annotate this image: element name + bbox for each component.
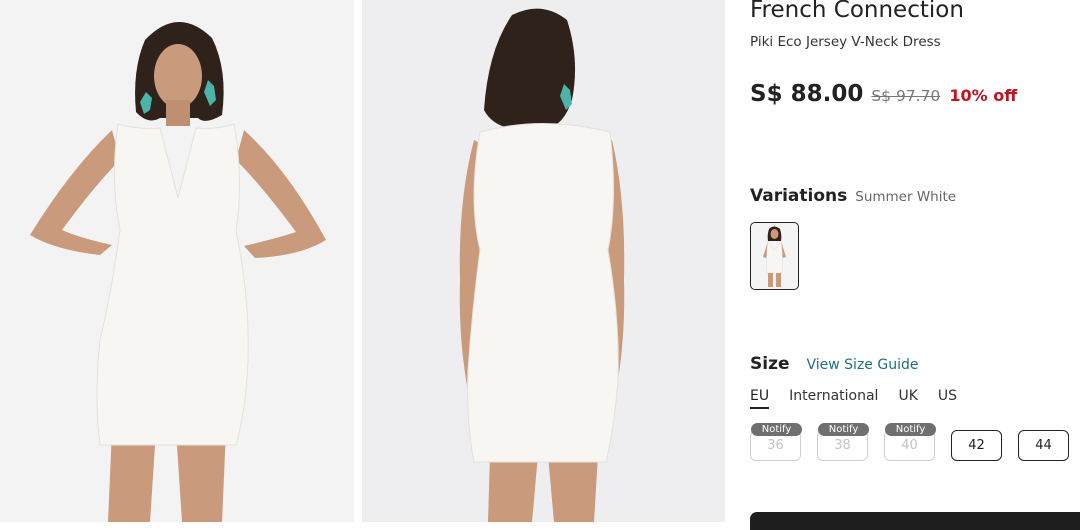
size-heading: Size <box>750 354 790 374</box>
size-system-tab-eu[interactable]: EU <box>750 388 770 409</box>
discount-label: 10% off <box>949 86 1018 105</box>
add-to-bag-button[interactable] <box>750 512 1080 530</box>
notify-badge[interactable]: Notify <box>818 423 869 436</box>
view-size-guide-link[interactable]: View Size Guide <box>807 357 919 373</box>
size-option-label: 40 <box>901 438 918 453</box>
price-row: S$ 88.00 S$ 97.70 10% off <box>750 81 1017 107</box>
size-system-tab-uk[interactable]: UK <box>898 388 917 409</box>
swatch-thumbnail-image <box>763 226 786 287</box>
product-photo-front[interactable] <box>0 0 354 522</box>
size-system-tab-international[interactable]: International <box>789 388 878 409</box>
notify-badge[interactable]: Notify <box>885 423 936 436</box>
size-option-44[interactable]: 44 <box>1018 430 1069 461</box>
model-back-illustration <box>459 8 625 522</box>
current-price: S$ 88.00 <box>750 81 864 107</box>
product-photo-back[interactable] <box>362 0 725 522</box>
size-option-38[interactable]: Notify 38 <box>817 423 869 461</box>
original-price: S$ 97.70 <box>871 87 941 105</box>
variation-swatch-summer-white[interactable] <box>750 222 799 290</box>
size-header: Size View Size Guide <box>750 354 918 374</box>
size-option-42[interactable]: 42 <box>951 430 1002 461</box>
variations-heading: Variations <box>750 186 848 206</box>
product-title: Piki Eco Jersey V-Neck Dress <box>750 34 941 50</box>
size-options: Notify 36 Notify 38 Notify 40 42 44 <box>750 422 1080 462</box>
size-option-36[interactable]: Notify 36 <box>750 423 802 461</box>
model-front-illustration <box>30 21 326 522</box>
brand-name[interactable]: French Connection <box>750 0 964 23</box>
size-option-label: 44 <box>1035 438 1052 453</box>
size-option-label: 38 <box>834 438 851 453</box>
variations-header: Variations Summer White <box>750 186 956 206</box>
size-option-label: 36 <box>767 438 784 453</box>
size-system-tabs: EU International UK US <box>750 388 977 409</box>
size-option-label: 42 <box>968 438 985 453</box>
selected-variation-label: Summer White <box>855 189 957 205</box>
product-page: French Connection Piki Eco Jersey V-Neck… <box>0 0 1080 530</box>
size-option-40[interactable]: Notify 40 <box>884 423 936 461</box>
notify-badge[interactable]: Notify <box>751 423 802 436</box>
size-system-tab-us[interactable]: US <box>938 388 957 409</box>
